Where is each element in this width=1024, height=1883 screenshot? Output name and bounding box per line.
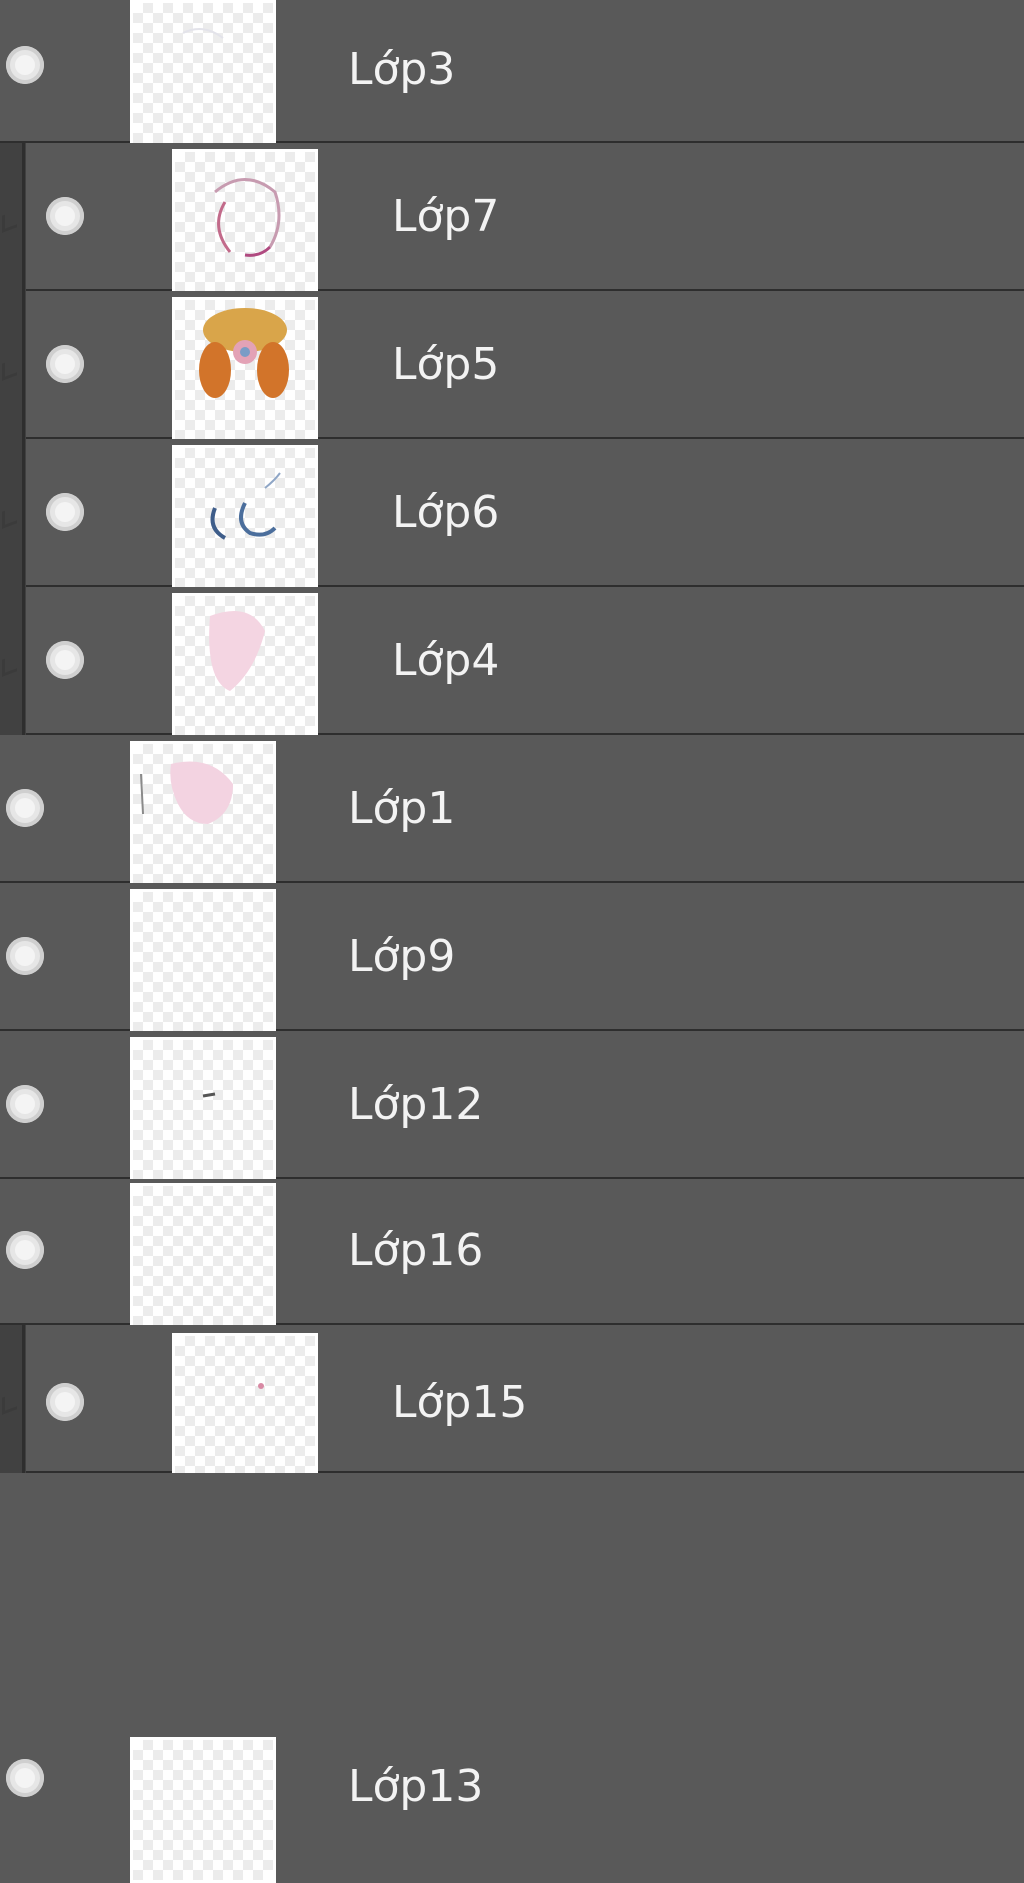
layer-thumbnail [130, 741, 276, 887]
layer-name[interactable]: Lớp5 [392, 339, 499, 391]
layer-row[interactable]: Lớp3 [0, 0, 1024, 146]
visibility-eye-icon[interactable] [6, 789, 44, 827]
layer-thumbnail [130, 889, 276, 1035]
visibility-eye-icon[interactable] [6, 1759, 44, 1797]
layer-row[interactable]: Lớp9 [0, 883, 1024, 1035]
visibility-eye-icon[interactable] [46, 641, 84, 679]
layer-row[interactable]: Lớp15 [26, 1325, 1024, 1479]
layers-panel: Lớp3 Lớp7 Lớp5 Lớp6 Lớp4 Lớp1 Lớp9 Lớp12… [0, 0, 1024, 1883]
layer-thumbnail [172, 1333, 318, 1479]
layer-name[interactable]: Lớp7 [392, 191, 499, 243]
layer-thumbnail [172, 297, 318, 443]
layer-name[interactable]: Lớp16 [348, 1225, 483, 1277]
layer-row[interactable]: Lớp5 [26, 291, 1024, 443]
visibility-eye-icon[interactable] [46, 345, 84, 383]
visibility-eye-icon[interactable] [46, 1383, 84, 1421]
layer-thumbnail [130, 1737, 276, 1883]
layer-row[interactable]: Lớp16 [0, 1179, 1024, 1329]
visibility-eye-icon[interactable] [46, 493, 84, 531]
visibility-eye-icon[interactable] [6, 937, 44, 975]
layer-name[interactable]: Lớp12 [348, 1079, 483, 1131]
layer-name[interactable]: Lớp4 [392, 635, 499, 687]
layer-row[interactable]: Lớp4 [26, 587, 1024, 739]
layer-thumbnail [130, 1037, 276, 1183]
clipping-group-indicator [0, 143, 26, 735]
visibility-eye-icon[interactable] [6, 1231, 44, 1269]
layer-row[interactable]: Lớp1 [0, 735, 1024, 887]
layer-thumbnail [172, 149, 318, 295]
layer-row[interactable]: Lớp13 [0, 1473, 1024, 1883]
layer-name[interactable]: Lớp9 [348, 931, 455, 983]
layer-row[interactable]: Lớp12 [0, 1031, 1024, 1183]
layer-row[interactable]: Lớp7 [26, 143, 1024, 295]
layer-name[interactable]: Lớp13 [348, 1761, 483, 1813]
clipping-group-indicator [0, 1325, 26, 1473]
layer-name[interactable]: Lớp1 [348, 783, 455, 835]
visibility-eye-icon[interactable] [46, 197, 84, 235]
layer-thumbnail [130, 1183, 276, 1329]
layer-name[interactable]: Lớp6 [392, 487, 499, 539]
layer-name[interactable]: Lớp3 [348, 44, 455, 96]
visibility-eye-icon[interactable] [6, 46, 44, 84]
layer-thumbnail [172, 445, 318, 591]
layer-thumbnail [172, 593, 318, 739]
layer-row[interactable]: Lớp6 [26, 439, 1024, 591]
layer-name[interactable]: Lớp15 [392, 1377, 527, 1429]
visibility-eye-icon[interactable] [6, 1085, 44, 1123]
layer-thumbnail [130, 0, 276, 146]
